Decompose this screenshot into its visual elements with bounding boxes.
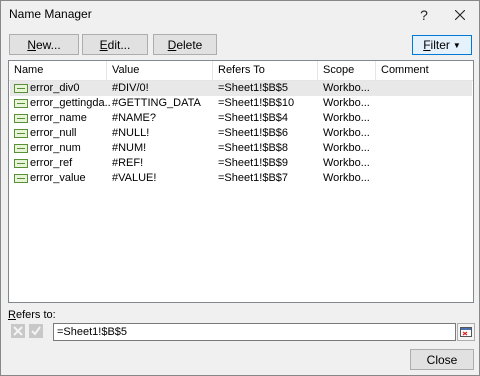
new-button-accel: N — [27, 37, 36, 52]
refers-to-accel: R — [8, 309, 16, 321]
row-refers-to: =Sheet1!$B$4 — [218, 112, 289, 124]
table-row[interactable]: error_gettingda... #GETTING_DATA =Sheet1… — [10, 96, 472, 111]
row-scope: Workbo... — [323, 172, 370, 184]
row-value: #NULL! — [112, 127, 150, 139]
help-button[interactable]: ? — [409, 1, 439, 29]
defined-name-icon — [14, 144, 28, 153]
row-name: error_gettingda... — [30, 97, 110, 109]
row-refers-to: =Sheet1!$B$8 — [218, 142, 289, 154]
help-icon: ? — [420, 7, 428, 23]
row-refers-to: =Sheet1!$B$7 — [218, 172, 289, 184]
row-scope: Workbo... — [323, 112, 370, 124]
row-name: error_null — [30, 127, 77, 139]
row-value: #NUM! — [112, 142, 147, 154]
table-row[interactable]: error_num #NUM! =Sheet1!$B$8 Workbo... — [10, 141, 472, 156]
column-header-name[interactable]: Name — [9, 61, 107, 80]
table-row[interactable]: error_value #VALUE! =Sheet1!$B$7 Workbo.… — [10, 171, 472, 186]
new-button-label: ew... — [35, 37, 61, 52]
window-close-button[interactable] — [445, 1, 475, 29]
row-value: #DIV/0! — [112, 82, 149, 94]
names-list[interactable]: Name Value Refers To Scope Comment error… — [8, 60, 474, 303]
column-header-refers-to[interactable]: Refers To — [213, 61, 318, 80]
title-bar: Name Manager ? — [1, 1, 479, 29]
row-scope: Workbo... — [323, 127, 370, 139]
column-header-value[interactable]: Value — [107, 61, 213, 80]
defined-name-icon — [14, 174, 28, 183]
filter-button[interactable]: Filter ▼ — [412, 35, 472, 55]
row-refers-to: =Sheet1!$B$10 — [218, 97, 295, 109]
edit-button[interactable]: Edit... — [82, 34, 148, 55]
filter-button-accel: F — [423, 38, 431, 52]
defined-name-icon — [14, 99, 28, 108]
row-scope: Workbo... — [323, 142, 370, 154]
row-refers-to: =Sheet1!$B$9 — [218, 157, 289, 169]
row-scope: Workbo... — [323, 157, 370, 169]
edit-button-accel: E — [99, 37, 108, 52]
close-icon — [455, 10, 465, 20]
defined-name-icon — [14, 84, 28, 93]
cancel-edit-button[interactable] — [10, 323, 26, 339]
delete-button-accel: D — [167, 37, 177, 52]
row-refers-to: =Sheet1!$B$6 — [218, 127, 289, 139]
row-name: error_ref — [30, 157, 73, 169]
range-select-icon — [460, 327, 472, 337]
close-button[interactable]: Close — [410, 349, 474, 370]
row-value: #GETTING_DATA — [112, 97, 201, 109]
cancel-x-icon — [11, 324, 25, 338]
table-row[interactable]: error_ref #REF! =Sheet1!$B$9 Workbo... — [10, 156, 472, 171]
column-header-comment[interactable]: Comment — [376, 61, 473, 80]
row-name: error_value — [30, 172, 86, 184]
dropdown-arrow-icon: ▼ — [452, 40, 461, 50]
defined-name-icon — [14, 129, 28, 138]
row-value: #NAME? — [112, 112, 157, 124]
checkmark-icon — [29, 324, 43, 338]
defined-name-icon — [14, 114, 28, 123]
table-row[interactable]: error_null #NULL! =Sheet1!$B$6 Workbo... — [10, 126, 472, 141]
filter-button-label: ilter — [430, 38, 450, 52]
new-button[interactable]: New... — [9, 34, 79, 55]
window-title: Name Manager — [9, 7, 92, 21]
name-manager-dialog: Name Manager ? New... Edit... Delete Fil… — [0, 0, 480, 376]
edit-button-label: dit... — [107, 37, 131, 52]
refers-to-input[interactable]: =Sheet1!$B$5 — [53, 323, 456, 341]
confirm-edit-button[interactable] — [28, 323, 44, 339]
delete-button[interactable]: Delete — [153, 34, 217, 55]
row-scope: Workbo... — [323, 97, 370, 109]
row-name: error_name — [30, 112, 87, 124]
row-value: #VALUE! — [112, 172, 157, 184]
row-scope: Workbo... — [323, 82, 370, 94]
list-header: Name Value Refers To Scope Comment — [9, 61, 473, 81]
column-header-scope[interactable]: Scope — [318, 61, 376, 80]
row-name: error_div0 — [30, 82, 80, 94]
table-row[interactable]: error_div0 #DIV/0! =Sheet1!$B$5 Workbo..… — [10, 81, 472, 96]
row-name: error_num — [30, 142, 81, 154]
row-value: #REF! — [112, 157, 144, 169]
row-refers-to: =Sheet1!$B$5 — [218, 82, 289, 94]
refers-to-label: Refers to: — [8, 309, 56, 321]
refers-to-label-text: efers to: — [15, 309, 56, 321]
collapse-dialog-button[interactable] — [457, 323, 475, 341]
defined-name-icon — [14, 159, 28, 168]
delete-button-label: elete — [176, 37, 203, 52]
table-row[interactable]: error_name #NAME? =Sheet1!$B$4 Workbo... — [10, 111, 472, 126]
